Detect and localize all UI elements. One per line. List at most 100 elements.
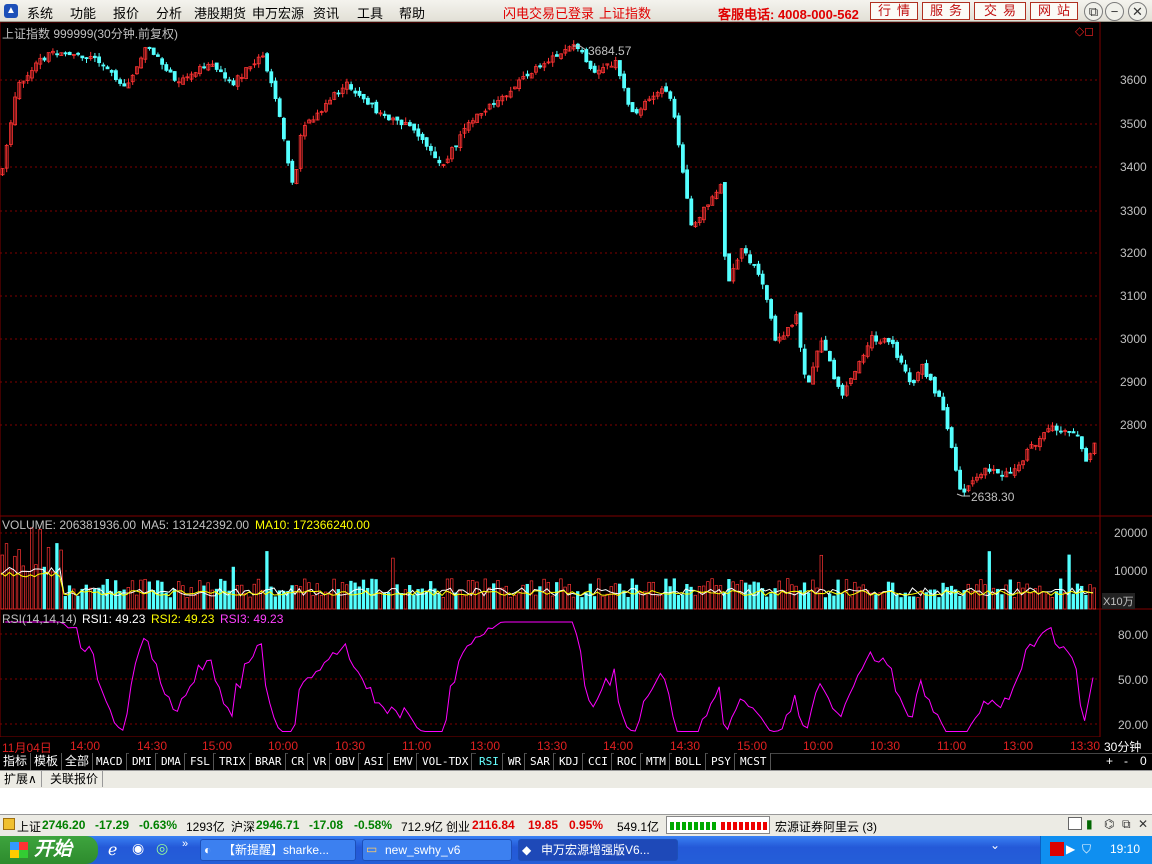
time-tick: 15:00 [202,739,233,753]
candle-body [895,341,899,358]
indicator-tab[interactable]: TRIX [216,753,250,770]
browser-icon[interactable]: ◉ [132,840,144,857]
volume-bar [97,587,101,610]
indicator-tab[interactable]: DMI [129,753,156,770]
volume-bar [580,597,584,610]
volume-bar [273,596,277,610]
candle-body [685,169,689,199]
menu-hk-futures[interactable]: 港股期货 [194,3,246,22]
indicator-tab[interactable]: 全部 [62,753,94,770]
indicator-tab[interactable]: VR [310,753,331,770]
volume-bar [718,585,723,610]
volume-bar [1088,584,1092,610]
indicator-tab[interactable]: EMV [390,753,417,770]
indicator-tab[interactable]: CCI [585,753,612,770]
close-icon[interactable]: ✕ [1128,2,1147,21]
candle-body [996,468,1000,474]
volume-bar [697,586,702,610]
volume-bar [139,579,143,610]
candle-body [1059,430,1063,433]
indicator-tab[interactable]: MTM [643,753,670,770]
zoom-out-button[interactable]: - [1124,754,1128,768]
indicator-tab[interactable]: BRAR [252,753,286,770]
indicator-tab[interactable]: FSL [187,753,214,770]
indicator-tab[interactable]: VOL-TDX [419,753,473,770]
volume-bar [651,581,655,610]
indicator-tab[interactable]: RSI [476,753,503,770]
menu-tools[interactable]: 工具 [357,3,383,22]
minimize-icon[interactable]: − [1105,2,1124,21]
task-browser[interactable]: 【新提醒】sharke... [200,839,356,861]
message-icon[interactable] [1068,817,1082,830]
volume-bar [765,596,769,610]
restore-icon[interactable]: ⧉ [1084,2,1103,21]
volume-bar [907,596,912,610]
close-small-icon[interactable]: ✕ [1138,817,1148,831]
restore-small-icon[interactable]: ⧉ [1122,817,1131,832]
menu-analysis[interactable]: 分析 [156,3,182,22]
indicator-tab[interactable]: OBV [332,753,359,770]
zoom-in-button[interactable]: + [1106,754,1113,768]
indicator-tab[interactable]: ROC [614,753,641,770]
menu-system[interactable]: 系统 [27,3,53,22]
volume-bar [525,583,529,610]
menu-function[interactable]: 功能 [70,3,96,22]
candle-body [664,86,668,92]
volume-bar [357,586,361,610]
more-icon[interactable]: » [182,838,188,850]
low-marker [956,493,970,497]
chart-toggle-icon[interactable]: ◇◻ [1075,24,1094,38]
trade-button[interactable]: 交易 [974,2,1026,20]
sh-value[interactable]: 2746.20 [42,818,85,832]
website-button[interactable]: 网站 [1030,2,1078,20]
expand-tab[interactable]: 扩展∧ [0,771,42,787]
index-link[interactable]: 上证指数 [599,3,651,22]
menu-info[interactable]: 资讯 [313,3,339,22]
menu-help[interactable]: 帮助 [399,3,425,22]
related-quote-tab[interactable]: 关联报价 [46,771,104,787]
app-quicklaunch-icon[interactable]: ◎ [156,840,168,857]
zoom-reset-button[interactable]: 0 [1140,754,1147,768]
low-price-label: 2638.30 [971,490,1015,504]
volume-bar [240,584,244,610]
indicator-tab[interactable]: SAR [527,753,554,770]
volume-bar [76,595,80,610]
indicator-tab[interactable]: 模板 [31,753,63,770]
volume-bar [546,582,550,610]
kline-chart[interactable] [0,22,1152,738]
task-shenwan-app[interactable]: 申万宏源增强版V6... [518,839,678,861]
candle-body [802,348,807,375]
market-button[interactable]: 行情 [870,2,918,20]
indicator-tab[interactable]: BOLL [672,753,706,770]
tray-play-icon[interactable]: ▶ [1066,842,1075,856]
task-folder[interactable]: new_swhy_v6 [362,839,512,861]
candle-body [273,80,278,100]
cy-value[interactable]: 2116.84 [472,818,515,832]
candle-body [907,372,912,383]
tray-app-icon[interactable] [1050,842,1064,856]
tray-shield-icon[interactable]: ⛉ [1082,842,1091,857]
indicator-tab[interactable]: CR [288,753,309,770]
volume-label: VOLUME: 206381936.00 [2,518,137,532]
hs-value[interactable]: 2946.71 [256,818,299,832]
indicator-tab[interactable]: 指标 [0,753,32,770]
menu-shenwan[interactable]: 申万宏源 [252,3,304,22]
indicator-tab[interactable]: KDJ [556,753,583,770]
volume-bar [769,593,773,610]
volume-bar [849,596,853,610]
menu-quote[interactable]: 报价 [113,3,139,22]
indicator-tab[interactable]: PSY [708,753,735,770]
indicator-tab[interactable]: ASI [361,753,388,770]
candle-body [147,46,152,49]
indicator-tab[interactable]: WR [505,753,526,770]
ie-icon[interactable]: ℯ [108,840,117,860]
volume-bar [861,584,865,610]
tray-expand-icon[interactable]: ⌄ [990,838,1000,852]
flash-trade-status[interactable]: 闪电交易已登录 [503,3,594,22]
indicator-tab[interactable]: MCST [737,753,771,770]
service-button[interactable]: 服务 [922,2,970,20]
candle-body [937,390,941,397]
server-name[interactable]: 宏源证券阿里云 (3) [775,818,877,835]
indicator-tab[interactable]: MACD [93,753,127,770]
indicator-tab[interactable]: DMA [158,753,185,770]
